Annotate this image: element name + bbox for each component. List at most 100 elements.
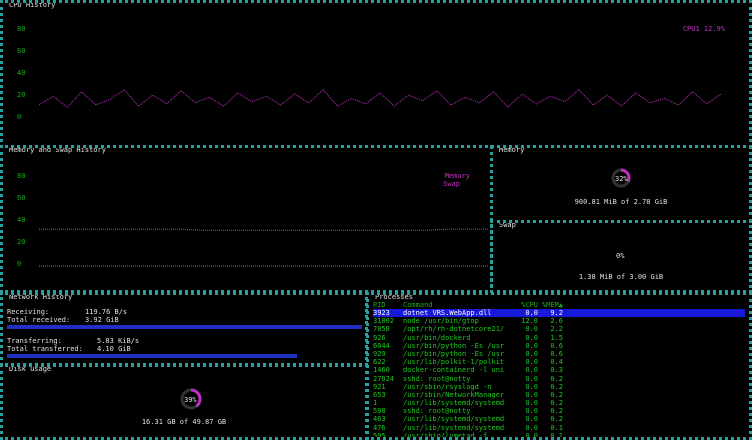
process-row[interactable]: 3923 dotnet VRS.WebApp.dll 0.0 9.2 bbox=[373, 309, 745, 318]
network-history-title: Network History bbox=[7, 293, 75, 301]
process-mem: 1.5 bbox=[550, 333, 563, 342]
process-command: /opt/rh/rh-dotnetcore21/ bbox=[403, 325, 505, 334]
transferring-value: 5.83 KiB/s bbox=[97, 337, 140, 345]
process-cpu: 0.0 bbox=[525, 382, 538, 391]
receiving-label: Receiving: bbox=[7, 308, 50, 316]
process-cpu: 0.0 bbox=[525, 374, 538, 383]
process-mem: 2.2 bbox=[550, 325, 563, 334]
process-command: /usr/sbin/rsyslogd -n bbox=[403, 382, 492, 391]
process-pid: 1 bbox=[373, 399, 378, 408]
receiving-value: 119.76 B/s bbox=[85, 308, 128, 316]
processes-pane: Processes PID Command %CPU %MEM▲ 3923 dot… bbox=[366, 292, 752, 440]
swap-usage-text: 1.38 MiB of 3.00 GiB bbox=[578, 273, 664, 281]
memory-usage-text: 900.81 MiB of 2.78 GiB bbox=[574, 198, 668, 206]
process-row[interactable]: 6044/usr/bin/python -Es /usr 0.0 0.6 bbox=[373, 342, 745, 350]
process-command: /usr/bin/python -Es /usr bbox=[403, 349, 505, 358]
process-mem: 0.6 bbox=[550, 349, 563, 358]
process-pid: 7058 bbox=[373, 325, 390, 334]
process-command: /usr/sbin/NetworkManager bbox=[403, 390, 505, 399]
process-cpu: 0.0 bbox=[525, 349, 538, 358]
process-cpu: 0.0 bbox=[525, 366, 538, 375]
process-pid: 1460 bbox=[373, 366, 390, 375]
process-row[interactable]: 622/usr/lib/polkit-1/polkit 0.0 0.4 bbox=[373, 358, 745, 366]
process-row[interactable]: 27024 sshd: root@notty 0.0 0.2 bbox=[373, 375, 745, 383]
process-cpu: 0.0 bbox=[525, 333, 538, 342]
process-cpu: 0.0 bbox=[525, 309, 538, 317]
swap-percent: 0% bbox=[616, 252, 625, 260]
process-pid: 622 bbox=[373, 358, 386, 367]
process-command: /usr/sbin/lvmetad -f bbox=[403, 431, 488, 440]
process-row[interactable]: 463/usr/lib/systemd/systemd 0.0 0.2 bbox=[373, 415, 745, 423]
total-transferred-label: Total transferred: bbox=[7, 345, 83, 353]
mem-column-header[interactable]: %MEM▲ bbox=[538, 301, 563, 309]
process-cpu: 0.0 bbox=[525, 407, 538, 416]
command-column-header[interactable]: Command bbox=[403, 301, 513, 309]
cpu-history-pane: CPU History 80 60 40 20 0 CPU1 12.9% bbox=[0, 0, 752, 148]
process-pid: 921 bbox=[373, 382, 386, 391]
receiving-row: Receiving: 119.76 B/s bbox=[7, 308, 127, 316]
process-command: docker-containerd -l uni bbox=[403, 366, 505, 375]
process-command: sshd: root@notty bbox=[403, 407, 471, 416]
process-cpu: 0.0 bbox=[525, 431, 538, 440]
process-row[interactable]: 476/usr/lib/systemd/systemd 0.0 0.1 bbox=[373, 424, 745, 432]
process-cpu: 0.0 bbox=[525, 358, 538, 367]
total-transferred-row: Total transferred: 4.10 GiB bbox=[7, 345, 131, 353]
process-mem: 0.2 bbox=[550, 382, 563, 391]
transferring-row: Transferring: 5.83 KiB/s bbox=[7, 337, 139, 345]
process-pid: 926 bbox=[373, 333, 386, 342]
memory-swap-history-pane: Memory and Swap History 80 60 40 20 0 Me… bbox=[0, 145, 493, 293]
process-command: /usr/lib/systemd/systemd bbox=[403, 399, 505, 408]
process-mem: 0.6 bbox=[550, 341, 563, 350]
transferring-label: Transferring: bbox=[7, 337, 62, 345]
process-pid: 598 bbox=[373, 407, 386, 416]
process-command: /usr/lib/systemd/systemd bbox=[403, 415, 505, 424]
process-command: /usr/bin/python -Es /usr bbox=[403, 341, 505, 350]
process-mem: 0.2 bbox=[550, 407, 563, 416]
total-transferred-value: 4.10 GiB bbox=[97, 345, 131, 353]
process-row[interactable]: 1/usr/lib/systemd/systemd 0.0 0.2 bbox=[373, 399, 745, 407]
process-pid: 595 bbox=[373, 431, 386, 440]
process-cpu: 0.0 bbox=[525, 390, 538, 399]
process-mem: 0.4 bbox=[550, 358, 563, 367]
process-row[interactable]: 31002 node /usr/bin/gtop 12.0 2.6 bbox=[373, 317, 745, 325]
process-row[interactable]: 7058/opt/rh/rh-dotnetcore21/0.0 2.2 bbox=[373, 325, 745, 333]
cpu1-series-line bbox=[38, 88, 722, 108]
process-command: dotnet VRS.WebApp.dll bbox=[403, 309, 492, 317]
process-row[interactable]: 1460 docker-containerd -l uni 0.0 0.3 bbox=[373, 366, 745, 374]
process-pid: 6044 bbox=[373, 341, 390, 350]
process-pid: 31002 bbox=[373, 317, 395, 326]
process-mem: 0.2 bbox=[550, 415, 563, 424]
process-command: sshd: root@notty bbox=[403, 374, 471, 383]
process-row[interactable]: 926/usr/bin/dockerd 0.0 1.5 bbox=[373, 334, 745, 342]
process-row[interactable]: 598 sshd: root@notty 0.0 0.2 bbox=[373, 407, 745, 415]
process-cpu: 12.0 bbox=[521, 317, 538, 326]
total-received-value: 3.92 GiB bbox=[85, 316, 119, 324]
process-mem: 2.6 bbox=[550, 317, 563, 326]
memory-swap-chart bbox=[39, 228, 488, 267]
process-row[interactable]: 929/usr/bin/python -Es /usr 0.0 0.6 bbox=[373, 350, 745, 358]
process-row[interactable]: 595/usr/sbin/lvmetad -f 0.0 0.1 bbox=[373, 431, 745, 440]
process-command: /usr/bin/dockerd bbox=[403, 333, 471, 342]
disk-usage-text: 16.31 GB of 49.87 GB bbox=[141, 418, 227, 426]
process-mem: 0.2 bbox=[550, 390, 563, 399]
cpu-column-header[interactable]: %CPU bbox=[513, 301, 538, 309]
process-table: PID Command %CPU %MEM▲ 3923 dotnet VRS.We… bbox=[373, 301, 745, 440]
process-table-header: PID Command %CPU %MEM▲ bbox=[373, 301, 745, 309]
process-mem: 9.2 bbox=[550, 309, 563, 317]
pid-column-header[interactable]: PID bbox=[373, 301, 403, 309]
process-row[interactable]: 653/usr/sbin/NetworkManager 0.0 0.2 bbox=[373, 391, 745, 399]
process-row[interactable]: 921/usr/sbin/rsyslogd -n 0.0 0.2 bbox=[373, 383, 745, 391]
process-command: node /usr/bin/gtop bbox=[403, 317, 479, 326]
process-pid: 476 bbox=[373, 423, 386, 432]
transferring-sparkline bbox=[7, 354, 297, 358]
memory-percent: 32% bbox=[615, 175, 628, 183]
process-cpu: 0.0 bbox=[525, 399, 538, 408]
process-pid: 653 bbox=[373, 390, 386, 399]
memory-gauge-pane: Memory 32% 900.81 MiB of 2.78 GiB bbox=[490, 145, 752, 223]
process-cpu: 0.0 bbox=[525, 423, 538, 432]
process-cpu: 0.0 bbox=[525, 325, 538, 334]
process-pid: 3923 bbox=[373, 309, 390, 317]
process-mem: 0.2 bbox=[550, 374, 563, 383]
total-received-label: Total received: bbox=[7, 316, 71, 324]
process-pid: 27024 bbox=[373, 374, 395, 383]
